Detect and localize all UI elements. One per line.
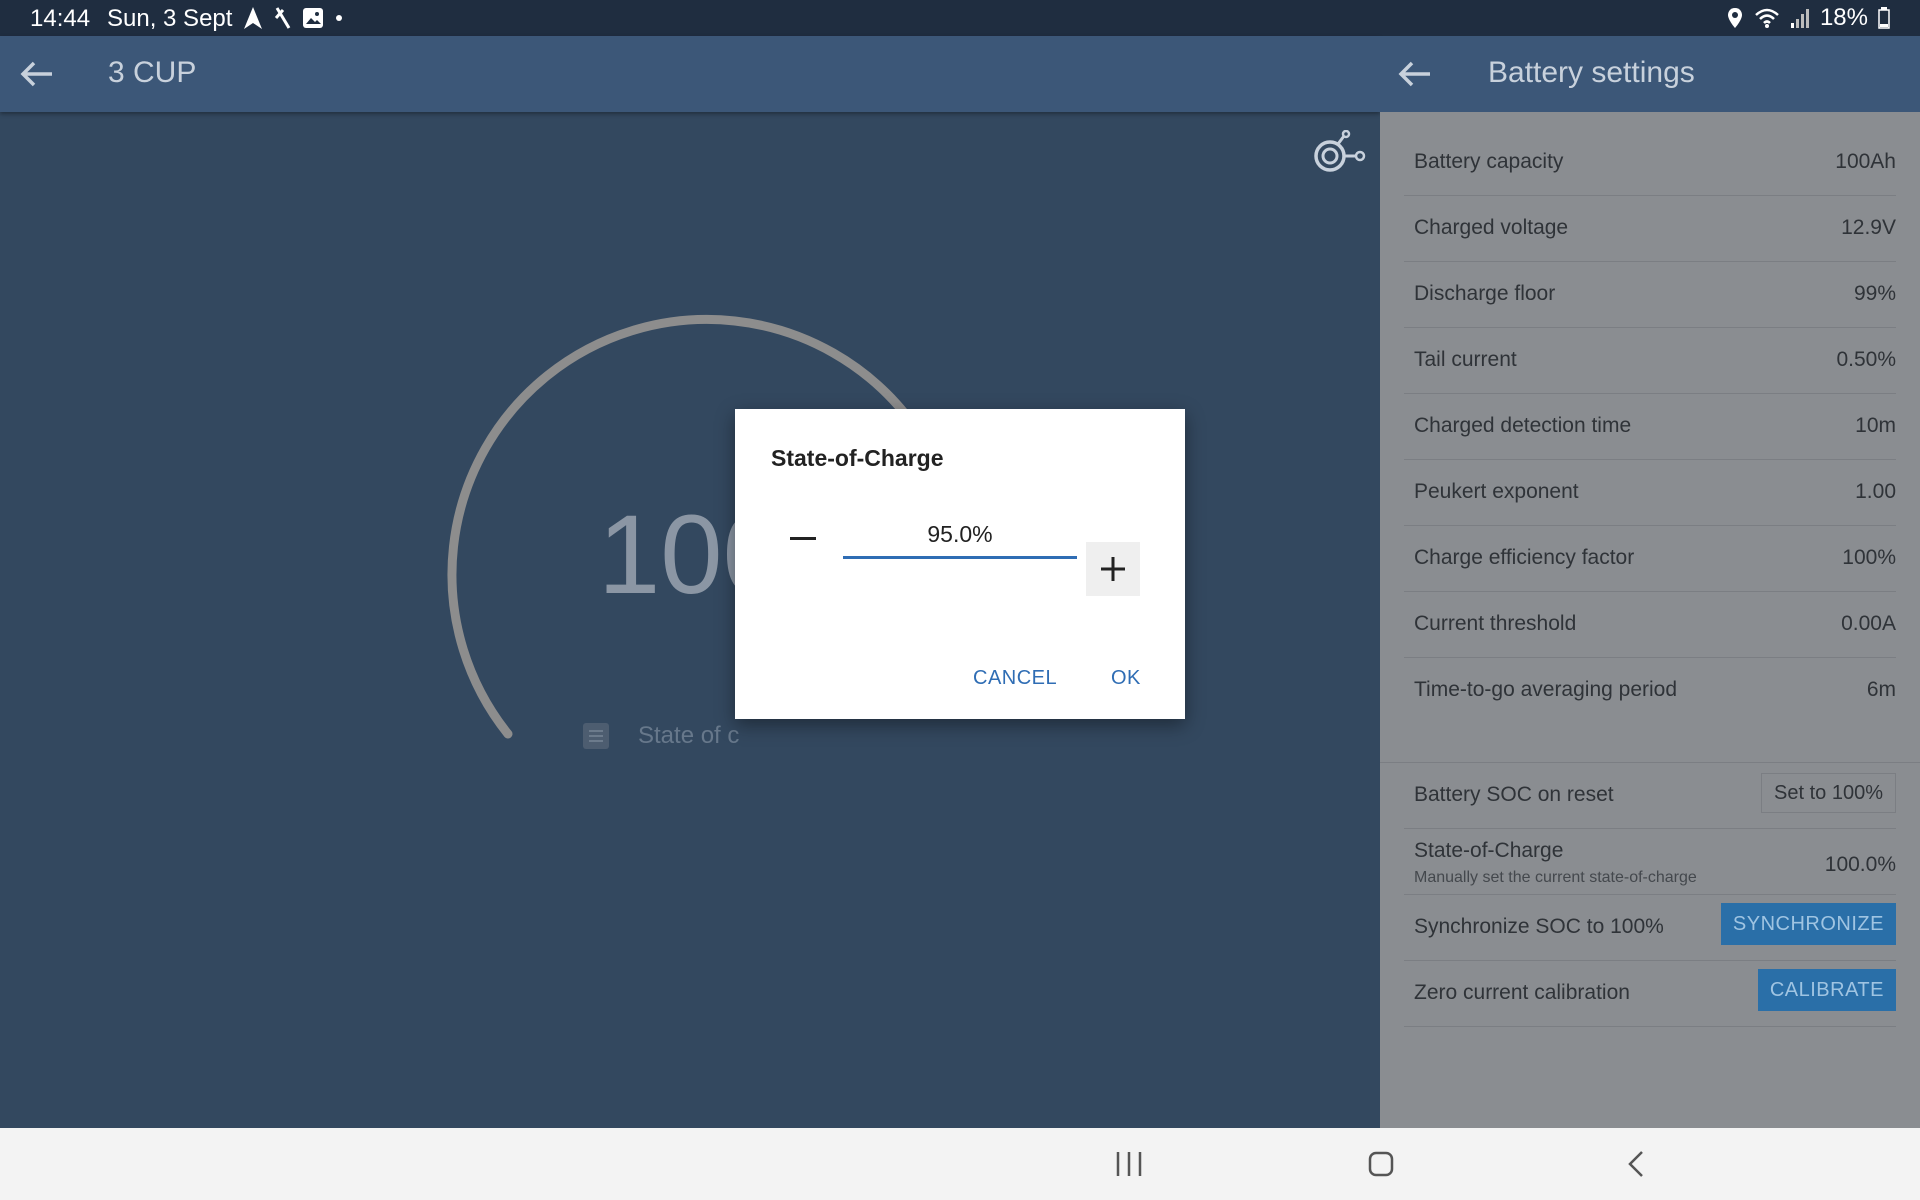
setting-row-current-threshold[interactable]: Current threshold 0.00A	[1404, 592, 1896, 658]
more-notifications-dot-icon	[336, 15, 342, 21]
gallery-icon	[303, 8, 323, 28]
wifi-icon	[1755, 8, 1779, 28]
setting-value: 6m	[1866, 678, 1896, 701]
setting-value: 100.0%	[1824, 853, 1896, 876]
notification-icons	[242, 5, 344, 31]
setting-row-discharge-floor[interactable]: Discharge floor 99%	[1404, 262, 1896, 328]
setting-label: Synchronize SOC to 100%	[1414, 915, 1664, 938]
recent-apps-icon[interactable]	[1112, 1148, 1146, 1180]
system-icons: 18%	[1726, 4, 1890, 31]
settings-title: Battery settings	[1488, 56, 1695, 89]
settings-app-bar: Battery settings	[1380, 36, 1920, 112]
status-time: 14:44	[30, 5, 91, 32]
signal-icon	[1790, 9, 1809, 28]
gauge-label: State of c	[638, 722, 740, 749]
home-icon[interactable]	[1364, 1148, 1398, 1180]
setting-label: Zero current calibration	[1414, 981, 1630, 1004]
cancel-button[interactable]: CANCEL	[973, 667, 1057, 690]
setting-row-state-of-charge[interactable]: State-of-Charge Manually set the current…	[1404, 829, 1896, 895]
setting-label: Charged detection time	[1414, 414, 1632, 437]
status-date: Sun, 3 Sept	[107, 5, 233, 32]
setting-row-time-to-go-averaging-period[interactable]: Time-to-go averaging period 6m	[1404, 658, 1896, 724]
battery-settings-pane: Battery settings Battery capacity 100Ah …	[1380, 36, 1920, 1128]
setting-row-soc-on-reset: Battery SOC on reset Set to 100%	[1404, 763, 1896, 829]
state-of-charge-dialog: State-of-Charge 95.0% CANCEL OK	[735, 409, 1185, 719]
setting-row-calibrate: Zero current calibration CALIBRATE	[1404, 961, 1896, 1027]
decrement-button[interactable]	[781, 513, 825, 565]
setting-label: Discharge floor	[1414, 282, 1556, 305]
plus-icon	[1101, 557, 1125, 581]
setting-value: 10m	[1855, 414, 1896, 437]
ok-button[interactable]: OK	[1111, 667, 1141, 690]
location-icon	[1727, 8, 1742, 28]
setting-row-charge-efficiency-factor[interactable]: Charge efficiency factor 100%	[1404, 526, 1896, 592]
soc-actions-group: Battery SOC on reset Set to 100% State-o…	[1380, 762, 1920, 1027]
setting-row-tail-current[interactable]: Tail current 0.50%	[1404, 328, 1896, 394]
setting-label: State-of-Charge	[1414, 839, 1564, 862]
connection-link-icon[interactable]	[1310, 130, 1366, 178]
increment-button[interactable]	[1086, 542, 1140, 596]
setting-value: 0.50%	[1836, 348, 1896, 371]
back-arrow-icon[interactable]	[1394, 56, 1434, 92]
dialog-title: State-of-Charge	[771, 445, 944, 471]
setting-row-synchronize: Synchronize SOC to 100% SYNCHRONIZE	[1404, 895, 1896, 961]
setting-sublabel: Manually set the current state-of-charge	[1414, 869, 1697, 886]
setting-row-peukert-exponent[interactable]: Peukert exponent 1.00	[1404, 460, 1896, 526]
setting-value: 100%	[1842, 546, 1896, 569]
app-bar: 3 CUP	[0, 36, 1380, 112]
setting-value: 100Ah	[1835, 150, 1896, 173]
setting-label: Battery SOC on reset	[1414, 783, 1614, 806]
setting-label: Current threshold	[1414, 612, 1577, 635]
setting-label: Peukert exponent	[1414, 480, 1579, 503]
setting-label: Time-to-go averaging period	[1414, 678, 1678, 701]
battery-icon	[1878, 7, 1890, 29]
setting-row-battery-capacity[interactable]: Battery capacity 100Ah	[1404, 130, 1896, 196]
battery-percent: 18%	[1819, 4, 1868, 31]
setting-row-charged-detection-time[interactable]: Charged detection time 10m	[1404, 394, 1896, 460]
device-title: 3 CUP	[108, 56, 197, 89]
slash-icon	[274, 7, 291, 29]
status-bar: 14:44 Sun, 3 Sept 18%	[0, 0, 1920, 36]
setting-value: 12.9V	[1841, 216, 1896, 239]
setting-value: 0.00A	[1841, 612, 1896, 635]
back-arrow-icon[interactable]	[16, 56, 56, 92]
setting-label: Battery capacity	[1414, 150, 1564, 173]
synchronize-button[interactable]: SYNCHRONIZE	[1720, 903, 1896, 945]
navigation-arrow-icon	[244, 7, 262, 29]
calibrate-button[interactable]: CALIBRATE	[1757, 969, 1896, 1011]
soc-on-reset-select[interactable]: Set to 100%	[1761, 773, 1896, 813]
settings-list: Battery capacity 100Ah Charged voltage 1…	[1380, 130, 1920, 724]
setting-label: Charged voltage	[1414, 216, 1569, 239]
setting-label: Tail current	[1414, 348, 1517, 371]
back-nav-icon[interactable]	[1620, 1148, 1654, 1180]
setting-value: 1.00	[1855, 480, 1896, 503]
minus-icon	[790, 537, 816, 540]
list-icon	[583, 723, 609, 749]
system-navigation-bar	[0, 1128, 1920, 1200]
soc-input[interactable]: 95.0%	[843, 509, 1077, 559]
setting-row-charged-voltage[interactable]: Charged voltage 12.9V	[1404, 196, 1896, 262]
setting-label: Charge efficiency factor	[1414, 546, 1635, 569]
setting-value: 99%	[1853, 282, 1896, 305]
